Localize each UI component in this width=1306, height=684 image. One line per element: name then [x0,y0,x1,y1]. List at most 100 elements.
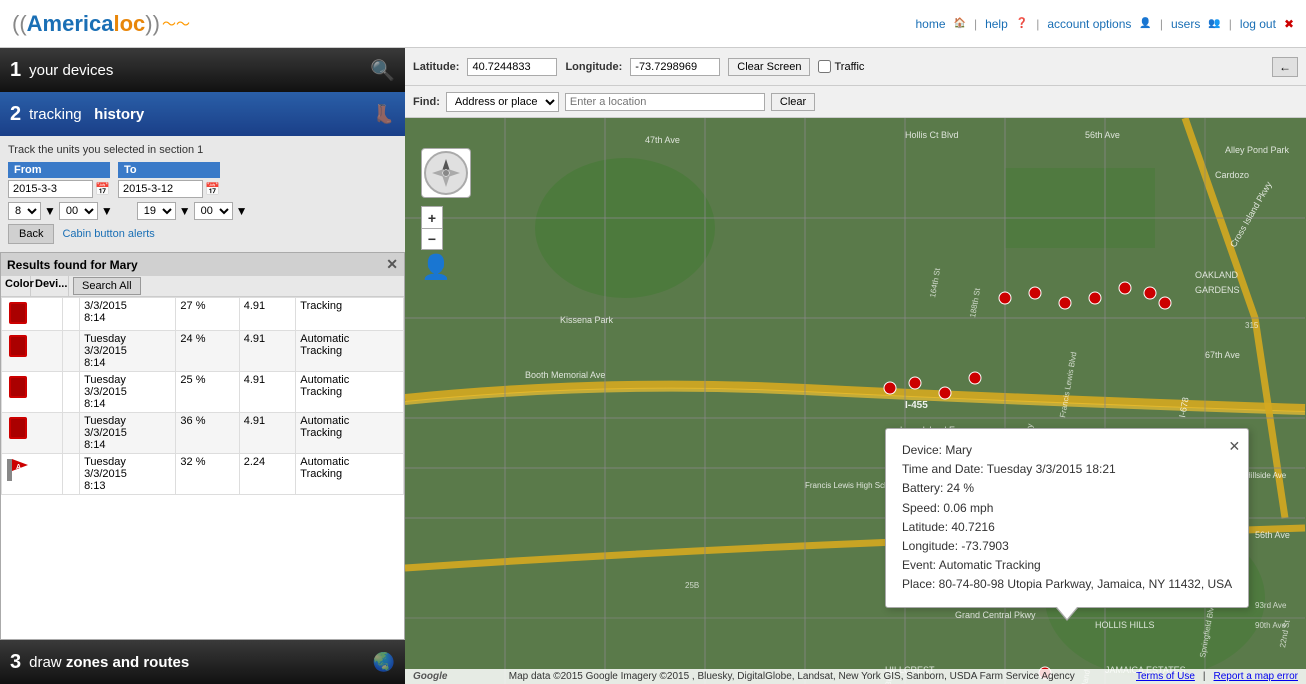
to-label: To [118,162,220,178]
table-row: 3/3/2015 8:14 27 % 4.91 Tracking [2,298,404,331]
row-date-cell: Tuesday 3/3/2015 8:14 [80,331,176,372]
search-icon[interactable]: 🔍 [370,58,395,83]
cabin-button-alerts-link[interactable]: Cabin button alerts [62,228,154,240]
zoom-controls: + − [421,206,443,250]
section1: 1 your devices 🔍 [0,48,405,92]
report-link[interactable]: Report a map error [1214,671,1298,682]
svg-text:93rd Ave: 93rd Ave [1255,601,1287,610]
from-date-input[interactable] [8,180,93,198]
info-popup: ✕ Device: Mary Time and Date: Tuesday 3/… [885,428,1249,608]
to-min-select[interactable]: 00 [194,202,233,220]
logo-text: America [27,11,114,37]
zoom-in-button[interactable]: + [421,206,443,228]
table-row: Tuesday 3/3/2015 8:14 25 % 4.91 Automati… [2,372,404,413]
svg-text:OAKLAND: OAKLAND [1195,270,1239,280]
google-brand: Google [413,671,447,682]
button-row: Back Cabin button alerts [8,224,397,244]
row-speed-cell: 4.91 [239,372,296,413]
device-icon [6,333,30,361]
map-back-button[interactable]: ← [1272,57,1298,77]
latitude-input[interactable] [467,58,557,76]
row-event-cell: Automatic Tracking [296,331,404,372]
zoom-out-button[interactable]: − [421,228,443,250]
svg-text:I-455: I-455 [905,400,928,411]
date-row: From 📅 To 📅 [8,162,397,198]
row-icon-cell: A [2,454,63,495]
back-button[interactable]: Back [8,224,54,244]
to-hour-select[interactable]: 19 [137,202,176,220]
popup-speed: Speed: 0.06 mph [902,499,1232,518]
table-row: A Tuesday 3/3/2015 8:13 32 % 2.24 Automa… [2,454,404,495]
results-header: Results found for Mary ✕ [1,253,404,276]
svg-text:Hollis Ct Blvd: Hollis Ct Blvd [905,130,959,140]
nav-users[interactable]: users [1171,17,1200,31]
popup-device: Device: Mary [902,441,1232,460]
col-color: Color [1,276,31,296]
account-icon: 👤 [1139,18,1151,29]
terms-link[interactable]: Terms of Use [1136,671,1195,682]
logo-loc: loc [114,11,146,37]
track-instruction: Track the units you selected in section … [8,144,397,156]
map-footer: Google Map data ©2015 Google Imagery ©20… [405,669,1306,684]
svg-text:90th Ave: 90th Ave [1255,621,1287,630]
to-date-input[interactable] [118,180,203,198]
nav-help[interactable]: help [985,17,1008,31]
row-event-cell: Automatic Tracking [296,372,404,413]
row-icon-cell [2,331,63,372]
row-date-cell: Tuesday 3/3/2015 8:13 [80,454,176,495]
from-hour-select[interactable]: 8 [8,202,41,220]
nav-logout[interactable]: log out [1240,17,1276,31]
svg-text:I-678: I-678 [1177,396,1190,418]
from-calendar-icon[interactable]: 📅 [95,182,110,196]
svg-text:GARDENS: GARDENS [1195,285,1240,295]
popup-battery: Battery: 24 % [902,479,1232,498]
svg-text:188th St: 188th St [968,287,982,319]
traffic-checkbox[interactable] [818,60,831,73]
device-flag-icon: A [6,456,30,484]
compass-rose[interactable] [424,151,468,195]
search-all-button[interactable]: Search All [73,277,141,295]
longitude-input[interactable] [630,58,720,76]
row-name-cell [63,331,80,372]
popup-longitude: Longitude: -73.7903 [902,537,1232,556]
svg-text:Springfield Blvd: Springfield Blvd [1198,602,1217,658]
map-button[interactable]: Map [1193,120,1236,140]
nav-home[interactable]: home [915,17,945,31]
pegman-icon[interactable]: 👤 [421,253,451,282]
longitude-label: Longitude: [565,61,622,73]
from-date-wrap: 📅 [8,180,110,198]
logo-waves: 〜〜 [162,14,190,34]
results-popup: Results found for Mary ✕ Color Devi... S… [0,252,405,640]
clear-screen-button[interactable]: Clear Screen [728,58,810,76]
row-event-cell: Automatic Tracking [296,454,404,495]
row-speed-cell: 2.24 [239,454,296,495]
find-location-input[interactable] [565,93,765,111]
row-battery-cell: 36 % [176,413,239,454]
to-time-wrap: 19 ▼ 00 ▼ [137,202,248,220]
section2-label-plain: tracking [29,106,82,123]
nav-control[interactable] [421,148,471,198]
map-toolbar: Latitude: Longitude: Clear Screen Traffi… [405,48,1306,86]
nav-links: home 🏠 | help ❓ | account options 👤 | us… [915,17,1294,31]
nav-account-options[interactable]: account options [1047,17,1131,31]
results-title: Results found for Mary [7,258,138,272]
row-battery-cell: 25 % [176,372,239,413]
to-calendar-icon[interactable]: 📅 [205,182,220,196]
traffic-label: Traffic [834,61,864,73]
popup-close-button[interactable]: ✕ [1228,435,1240,457]
row-battery-cell: 27 % [176,298,239,331]
svg-text:47th Ave: 47th Ave [645,135,680,145]
find-type-select[interactable]: Address or place [446,92,559,112]
svg-text:HOLLIS HILLS: HOLLIS HILLS [1095,620,1155,630]
row-date-cell: Tuesday 3/3/2015 8:14 [80,372,176,413]
from-min-select[interactable]: 00 [59,202,98,220]
svg-text:Cross Island Pkwy: Cross Island Pkwy [1228,179,1274,249]
help-icon: ❓ [1016,18,1028,29]
svg-text:Cardozo: Cardozo [1215,170,1249,180]
results-table: 3/3/2015 8:14 27 % 4.91 Tracking [1,297,404,639]
satellite-button[interactable]: Satellite [1237,120,1298,140]
map-type-toggle: Map Satellite [1193,120,1298,140]
find-clear-button[interactable]: Clear [771,93,815,111]
results-close-button[interactable]: ✕ [386,256,398,273]
section3-number: 3 [10,651,21,674]
